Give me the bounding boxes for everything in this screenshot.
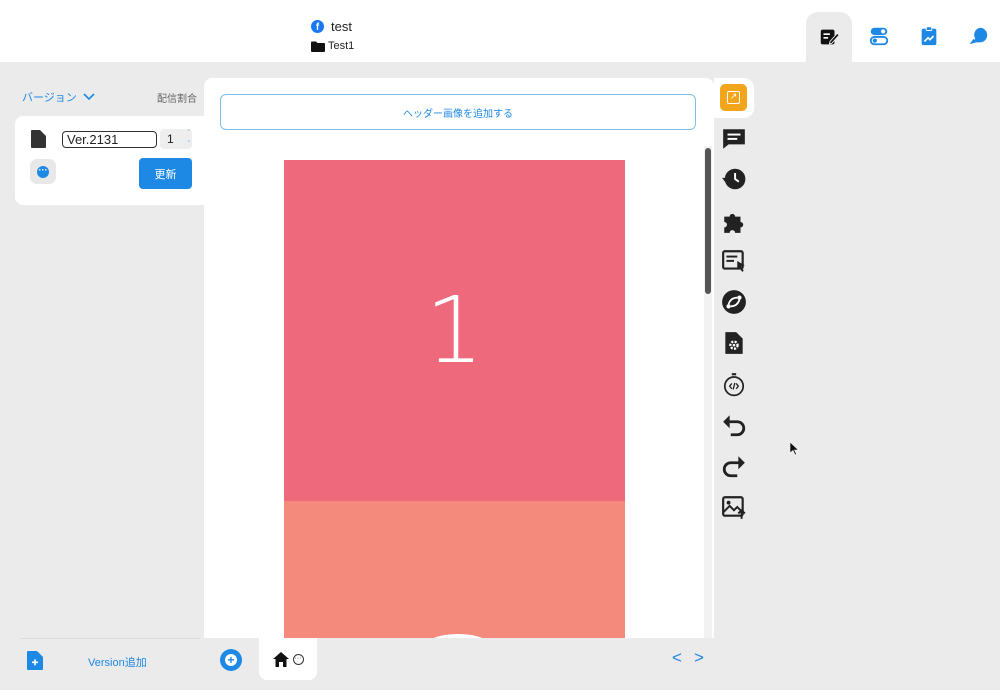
- distribution-ratio-stepper[interactable]: 1 ˆ ˇ: [160, 129, 192, 149]
- puzzle-icon: [723, 213, 743, 233]
- facebook-icon: f: [311, 20, 324, 33]
- tab-editor[interactable]: [806, 12, 852, 62]
- version-name-input[interactable]: [62, 131, 157, 148]
- comment-icon: [722, 128, 745, 149]
- version-dropdown[interactable]: バージョン: [22, 89, 95, 105]
- split-flow-icon: [721, 289, 746, 314]
- stepper-up-icon[interactable]: ˆ: [188, 130, 190, 137]
- slide-2[interactable]: [284, 501, 625, 638]
- page-tab-home[interactable]: ···: [259, 638, 317, 680]
- ab-test-button[interactable]: [719, 287, 748, 316]
- select-element-button[interactable]: [719, 246, 748, 275]
- mouse-pointer-icon: [790, 442, 800, 456]
- project-name: test: [331, 19, 352, 34]
- tab-analytics[interactable]: [906, 12, 952, 60]
- stepper-down-icon[interactable]: ˇ: [188, 141, 190, 148]
- file-settings-icon: [724, 331, 743, 354]
- page-settings-button[interactable]: [719, 328, 748, 357]
- chat-bubble-icon: [969, 27, 988, 45]
- custom-code-button[interactable]: [719, 369, 748, 398]
- image-upload-icon: [721, 495, 746, 519]
- more-dots-icon: ···: [37, 165, 49, 178]
- add-version-link[interactable]: Version追加: [88, 654, 147, 670]
- add-page-button[interactable]: +: [220, 649, 242, 671]
- page-more-icon[interactable]: ···: [292, 653, 304, 665]
- folder-row: Test1: [311, 40, 354, 52]
- top-bar: f test Test1: [0, 0, 1000, 62]
- image-upload-button[interactable]: [719, 492, 748, 521]
- code-timer-icon: [723, 372, 744, 396]
- undo-icon: [722, 414, 745, 436]
- page-navigation: < >: [672, 648, 704, 668]
- next-page-button[interactable]: >: [694, 648, 704, 668]
- add-file-icon[interactable]: [27, 651, 43, 670]
- analytics-clipboard-icon: [921, 26, 937, 46]
- project-name-row: f test: [311, 19, 352, 34]
- version-more-button[interactable]: ···: [30, 159, 56, 184]
- redo-button[interactable]: [719, 451, 748, 480]
- chevron-down-icon: [83, 93, 95, 101]
- undo-button[interactable]: [719, 410, 748, 439]
- comment-button[interactable]: [719, 124, 748, 153]
- prev-page-button[interactable]: <: [672, 648, 682, 668]
- plus-icon: +: [225, 654, 237, 666]
- open-external-icon: ↗: [727, 91, 740, 104]
- history-button[interactable]: [719, 164, 748, 193]
- plugin-button[interactable]: [719, 207, 748, 236]
- home-icon: [272, 651, 289, 667]
- editor-canvas: ヘッダー画像を追加する 1: [204, 78, 714, 638]
- slide-1-text: 1: [425, 277, 484, 384]
- text-select-icon: [721, 249, 745, 272]
- distribution-ratio-label: 配信割合: [157, 94, 197, 105]
- update-button[interactable]: 更新: [139, 158, 192, 189]
- sidebar-divider: [20, 638, 200, 639]
- edit-icon: [820, 29, 840, 45]
- folder-name: Test1: [328, 40, 355, 52]
- scrollbar-thumb[interactable]: [705, 148, 711, 294]
- folder-icon: [311, 41, 325, 52]
- tab-settings[interactable]: [856, 12, 902, 60]
- redo-icon: [722, 455, 745, 477]
- add-header-image-button[interactable]: ヘッダー画像を追加する: [220, 94, 696, 130]
- tab-chat[interactable]: [955, 12, 1000, 60]
- file-icon: [31, 130, 46, 148]
- history-icon: [721, 168, 745, 189]
- toggle-icon: [869, 27, 889, 46]
- distribution-ratio-value: 1: [167, 132, 174, 146]
- expand-preview-button[interactable]: ↗: [720, 84, 747, 111]
- slide-1[interactable]: 1: [284, 160, 625, 501]
- version-dropdown-label: バージョン: [22, 92, 77, 104]
